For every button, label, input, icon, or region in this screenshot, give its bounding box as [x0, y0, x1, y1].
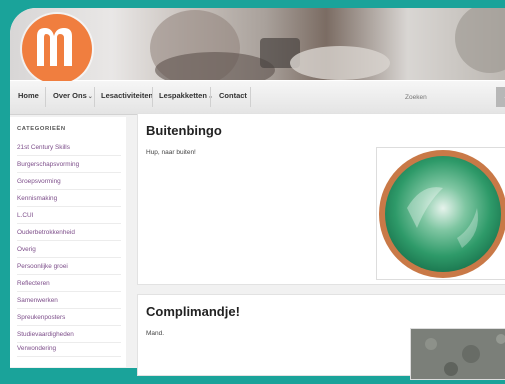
- nav-over-ons-label: Over Ons: [53, 91, 87, 100]
- post-image[interactable]: [376, 147, 505, 280]
- logo[interactable]: [22, 14, 92, 84]
- sidebar-item-spreukenposters[interactable]: Spreukenposters: [17, 310, 121, 326]
- sidebar-title: CATEGORIEËN: [17, 126, 66, 132]
- sidebar-item-ouderbetrokkenheid[interactable]: Ouderbetrokkenheid: [17, 225, 121, 241]
- nav-over-ons[interactable]: Over Ons⌄: [53, 91, 93, 100]
- nav-divider: [210, 87, 211, 107]
- post-title[interactable]: Buitenbingo: [146, 123, 222, 138]
- post-title[interactable]: Complimandje!: [146, 304, 240, 319]
- sidebar-item-burgerschapsvorming[interactable]: Burgerschapsvorming: [17, 157, 121, 173]
- nav-lesactiviteiten[interactable]: Lesactiviteiten: [101, 91, 153, 100]
- search-input[interactable]: [355, 87, 495, 107]
- search-button[interactable]: ⌕: [496, 87, 505, 107]
- nav-divider: [45, 87, 46, 107]
- bingo-badge-image: [379, 150, 505, 278]
- sidebar-item-21st-century-skills[interactable]: 21st Century Skills: [17, 140, 121, 156]
- sidebar-item-reflecteren[interactable]: Reflecteren: [17, 276, 121, 292]
- nav-lespakketten[interactable]: Lespakketten⌄: [159, 91, 213, 100]
- basket-texture-image: [411, 329, 505, 379]
- sidebar-item-verwondering[interactable]: Verwondering: [17, 341, 121, 357]
- nav-divider: [152, 87, 153, 107]
- nav-divider: [94, 87, 95, 107]
- main-nav: Home Over Ons⌄ Lesactiviteiten Lespakket…: [10, 81, 505, 115]
- sidebar-item-persoonlijke-groei[interactable]: Persoonlijke groei: [17, 259, 121, 275]
- sidebar-item-lcui[interactable]: L.CUI: [17, 208, 121, 224]
- sidebar-item-kennismaking[interactable]: Kennismaking: [17, 191, 121, 207]
- post-excerpt: Hup, naar buiten!: [146, 149, 196, 156]
- post-card: Buitenbingo Hup, naar buiten!: [137, 113, 505, 285]
- nav-lespakketten-label: Lespakketten: [159, 91, 207, 100]
- post-excerpt: Mand.: [146, 330, 165, 337]
- sidebar-item-samenwerken[interactable]: Samenwerken: [17, 293, 121, 309]
- chevron-down-icon: ⌄: [87, 94, 93, 100]
- post-card: Complimandje! Mand.: [137, 294, 505, 380]
- post-image[interactable]: [410, 328, 505, 380]
- sidebar-item-overig[interactable]: Overig: [17, 242, 121, 258]
- nav-divider: [250, 87, 251, 107]
- header-banner: [10, 8, 505, 84]
- sidebar-item-groepsvorming[interactable]: Groepsvorming: [17, 174, 121, 190]
- logo-m-mark: [24, 16, 90, 82]
- nav-home[interactable]: Home: [18, 91, 39, 100]
- nav-contact[interactable]: Contact: [219, 91, 247, 100]
